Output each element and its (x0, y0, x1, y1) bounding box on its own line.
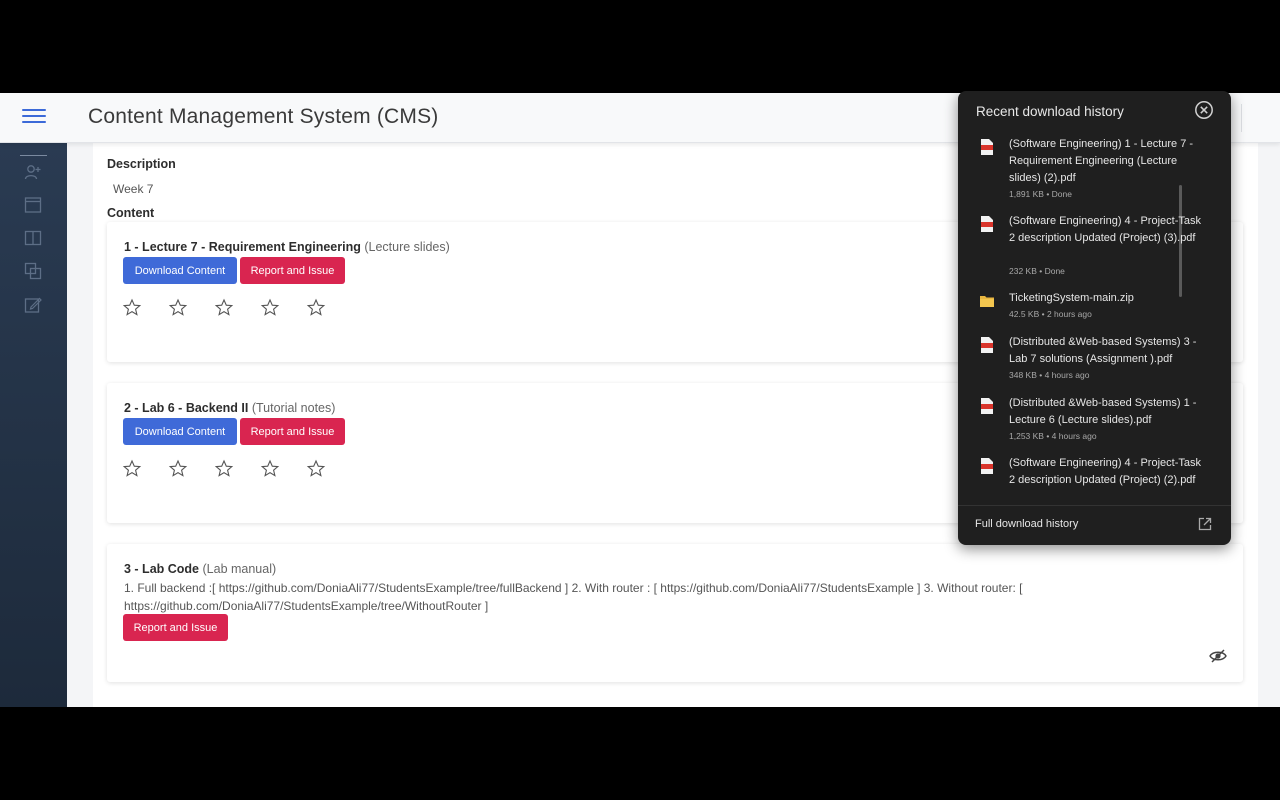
download-file-name: (Distributed &Web-based Systems) 3 - Lab… (1009, 336, 1197, 365)
sidebar-divider (20, 155, 47, 156)
eye-slash-icon[interactable] (1209, 648, 1227, 664)
close-icon[interactable] (1194, 100, 1214, 120)
window-icon[interactable] (24, 196, 42, 214)
report-issue-button[interactable]: Report and Issue (240, 418, 345, 445)
edit-icon[interactable] (24, 296, 42, 314)
content-item-name: 3 - Lab Code (124, 562, 200, 576)
content-label: Content (107, 206, 155, 220)
download-file-name: (Software Engineering) 1 - Lecture 7 - R… (1009, 138, 1194, 184)
pdf-file-icon (981, 458, 993, 474)
download-file-name: (Software Engineering) 4 - Project-Task … (1009, 215, 1201, 244)
star-icon[interactable] (168, 459, 214, 479)
star-icon[interactable] (122, 298, 168, 318)
pdf-file-icon (981, 337, 993, 353)
description-label: Description (107, 157, 176, 171)
download-file-meta: 1,891 KB • Done (1009, 189, 1072, 199)
download-panel-title: Recent download history (976, 104, 1124, 119)
download-content-button[interactable]: Download Content (123, 257, 237, 284)
download-file-name: (Distributed &Web-based Systems) 1 - Lec… (1009, 397, 1197, 426)
zip-folder-icon (980, 296, 994, 307)
open-external-icon[interactable] (1198, 517, 1212, 531)
star-icon[interactable] (306, 298, 352, 318)
download-history-panel: Recent download history (Software Engine… (958, 91, 1231, 545)
star-icon[interactable] (260, 459, 306, 479)
content-item-name: 1 - Lecture 7 - Requirement Engineering (124, 240, 361, 254)
pdf-file-icon (981, 139, 993, 155)
content-item-title: 1 - Lecture 7 - Requirement Engineering … (124, 240, 450, 254)
content-item-name: 2 - Lab 6 - Backend II (124, 401, 249, 415)
star-icon[interactable] (214, 459, 260, 479)
content-item-kind: (Lecture slides) (364, 240, 450, 254)
download-file-name: (Software Engineering) 4 - Project-Task … (1009, 457, 1201, 486)
copy-icon[interactable] (24, 262, 42, 280)
star-icon[interactable] (122, 459, 168, 479)
download-content-button[interactable]: Download Content (123, 418, 237, 445)
book-icon[interactable] (24, 229, 42, 247)
star-icon[interactable] (168, 298, 214, 318)
rating-stars (122, 298, 352, 318)
report-issue-button[interactable]: Report and Issue (123, 614, 228, 641)
report-issue-button[interactable]: Report and Issue (240, 257, 345, 284)
content-item-kind: (Lab manual) (202, 562, 277, 576)
sidebar (0, 143, 67, 707)
star-icon[interactable] (214, 298, 260, 318)
content-item-kind: (Tutorial notes) (251, 401, 336, 415)
app-title: Content Management System (CMS) (88, 105, 439, 128)
content-item-title: 2 - Lab 6 - Backend II (Tutorial notes) (124, 401, 335, 415)
description-value: Week 7 (113, 182, 154, 196)
add-user-icon[interactable] (24, 163, 42, 181)
pdf-file-icon (981, 398, 993, 414)
rating-stars (122, 459, 352, 479)
download-file-meta: 42.5 KB • 2 hours ago (1009, 309, 1092, 319)
hamburger-menu-icon[interactable] (22, 109, 46, 127)
download-list: (Software Engineering) 1 - Lecture 7 - R… (958, 133, 1231, 505)
content-item-title: 3 - Lab Code (Lab manual) (124, 562, 276, 576)
download-file-name: TicketingSystem-main.zip (1009, 292, 1134, 304)
lab-code-links: 1. Full backend :[ https://github.com/Do… (124, 581, 1023, 613)
star-icon[interactable] (260, 298, 306, 318)
download-file-meta: 1,253 KB • 4 hours ago (1009, 431, 1097, 441)
topbar-divider (1241, 104, 1242, 132)
download-file-meta: 232 KB • Done (1009, 266, 1065, 276)
download-panel-footer: Full download history (958, 505, 1231, 545)
full-download-history-link[interactable]: Full download history (975, 518, 1078, 530)
download-file-meta: 348 KB • 4 hours ago (1009, 370, 1090, 380)
pdf-file-icon (981, 216, 993, 232)
star-icon[interactable] (306, 459, 352, 479)
content-card-3: 3 - Lab Code (Lab manual) 1. Full backen… (107, 544, 1243, 682)
